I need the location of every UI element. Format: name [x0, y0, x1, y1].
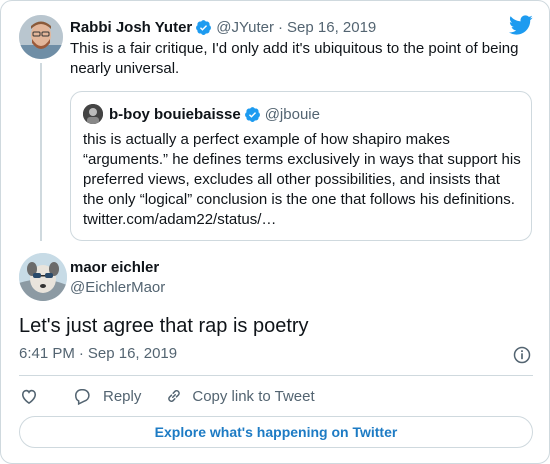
parent-tweet-date[interactable]: Sep 16, 2019: [287, 19, 376, 36]
parent-author-name[interactable]: Rabbi Josh Yuter: [70, 19, 192, 36]
quoted-author-avatar: [83, 104, 103, 124]
quoted-tweet-header: b-boy bouiebaisse @jbouie: [83, 104, 320, 124]
reply-icon: [74, 389, 90, 406]
tweet-actions: Reply Copy link to Tweet: [19, 385, 315, 407]
tweet-embed-card: Rabbi Josh Yuter @JYuter · Sep 16, 2019 …: [0, 0, 550, 464]
quoted-tweet-text: this is actually a perfect example of ho…: [83, 131, 521, 228]
verified-badge-icon: [244, 106, 261, 123]
main-author-handle[interactable]: @EichlerMaor: [70, 279, 165, 296]
copy-link-label: Copy link to Tweet: [192, 387, 315, 405]
quoted-author-handle: @jbouie: [264, 105, 320, 123]
copy-link-button[interactable]: Copy link to Tweet: [164, 386, 315, 406]
tweet-date: Sep 16, 2019: [87, 345, 178, 362]
reply-button[interactable]: Reply: [72, 386, 141, 406]
quoted-tweet[interactable]: b-boy bouiebaisse @jbouie this is actual…: [70, 91, 532, 241]
separator-dot: ·: [78, 345, 84, 362]
verified-badge-icon: [195, 19, 212, 36]
link-icon: [168, 390, 181, 402]
parent-author-avatar[interactable]: [19, 15, 63, 59]
parent-author-handle[interactable]: @JYuter: [216, 19, 274, 36]
tweet-time: 6:41 PM: [19, 345, 75, 362]
parent-tweet-header: Rabbi Josh Yuter @JYuter · Sep 16, 2019: [70, 17, 376, 37]
separator-dot: ·: [278, 18, 284, 36]
reply-label: Reply: [103, 387, 142, 405]
like-button[interactable]: [19, 386, 39, 406]
main-author-name[interactable]: maor eichler: [70, 259, 159, 276]
twitter-bird-icon[interactable]: [508, 14, 533, 36]
explore-twitter-button[interactable]: Explore what's happening on Twitter: [19, 416, 533, 448]
main-tweet-text: Let's just agree that rap is poetry: [19, 315, 309, 337]
divider: [19, 375, 533, 376]
parent-tweet-text: This is a fair critique, I'd only add it…: [70, 40, 519, 77]
quoted-author-name: b-boy bouiebaisse: [109, 105, 241, 123]
heart-icon: [21, 389, 37, 405]
main-author-avatar[interactable]: [19, 253, 67, 301]
thread-connector-line: [40, 63, 42, 241]
main-tweet-timestamp[interactable]: 6:41 PM · Sep 16, 2019: [19, 345, 177, 362]
info-icon[interactable]: [512, 345, 532, 365]
